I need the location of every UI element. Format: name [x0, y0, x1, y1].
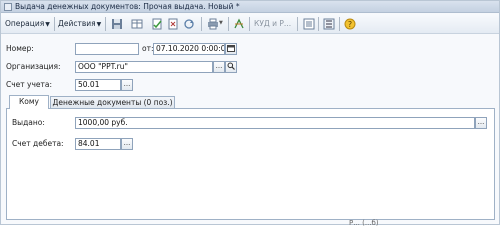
grid-icon[interactable] [131, 18, 143, 30]
toolbar-separator [54, 17, 55, 31]
list-settings-icon[interactable] [323, 18, 335, 30]
refresh-icon[interactable] [183, 18, 195, 30]
svg-text:?: ? [348, 20, 352, 29]
toolbar-separator [249, 17, 250, 31]
calendar-icon [227, 45, 235, 52]
structure-icon[interactable] [303, 18, 315, 30]
actions-menu[interactable]: Действия▼ [58, 18, 101, 30]
magnifier-icon [227, 62, 235, 70]
kud-button[interactable]: КУД и Р... [254, 18, 291, 30]
tab-komu[interactable]: Кому [9, 95, 49, 109]
issued-select-button[interactable]: ... [475, 117, 487, 129]
date-field[interactable]: 07.10.2020 0:00:0 [153, 43, 225, 55]
calendar-button[interactable] [225, 43, 237, 55]
debit-account-select-button[interactable]: ... [121, 138, 133, 150]
unpost-document-icon[interactable] [167, 18, 179, 30]
debit-account-label: Счет дебета: [12, 139, 64, 148]
dropdown-arrow-icon: ▼ [45, 21, 50, 28]
account-select-button[interactable]: ... [121, 79, 133, 91]
organization-select-button[interactable]: ... [213, 61, 225, 73]
organization-label: Организация: [6, 62, 61, 71]
toolbar-separator [228, 17, 229, 31]
number-label: Номер: [6, 44, 34, 53]
dropdown-arrow-icon: ▼ [219, 20, 223, 26]
debit-account-field[interactable]: 84.01 [75, 138, 121, 150]
dropdown-arrow-icon: ▼ [96, 21, 102, 28]
organization-field[interactable]: ООО "PPT.ru" [75, 61, 213, 73]
document-window-icon [4, 3, 12, 11]
issued-field[interactable]: 1000,00 руб. [75, 117, 475, 129]
toolbar-separator [339, 17, 340, 31]
save-icon[interactable] [111, 18, 123, 30]
movements-icon[interactable] [233, 18, 245, 30]
operation-menu-label: Операция [5, 19, 45, 28]
toolbar-separator [201, 17, 202, 31]
operation-menu[interactable]: Операция▼ [5, 18, 50, 30]
actions-menu-label: Действия [58, 19, 96, 28]
account-field[interactable]: 50.01 [75, 79, 121, 91]
toolbar-separator [105, 17, 106, 31]
window-title: Выдача денежных документов: Прочая выдач… [15, 2, 240, 11]
footer-partial-text: Р... (...б) [349, 219, 379, 227]
print-icon[interactable] [207, 18, 219, 30]
account-label: Счет учета: [6, 80, 53, 89]
number-field[interactable] [75, 43, 139, 55]
help-icon[interactable]: ? [344, 18, 356, 30]
toolbar: Операция▼ Действия▼ ▼ КУД и Р... ? [1, 14, 499, 34]
toolbar-separator [318, 17, 319, 31]
issued-label: Выдано: [12, 118, 45, 127]
toolbar-separator [297, 17, 298, 31]
post-document-icon[interactable] [151, 18, 163, 30]
date-from-label: от: [142, 44, 154, 53]
document-window: Выдача денежных документов: Прочая выдач… [0, 0, 500, 227]
title-bar: Выдача денежных документов: Прочая выдач… [1, 1, 499, 13]
organization-open-button[interactable] [225, 61, 237, 73]
